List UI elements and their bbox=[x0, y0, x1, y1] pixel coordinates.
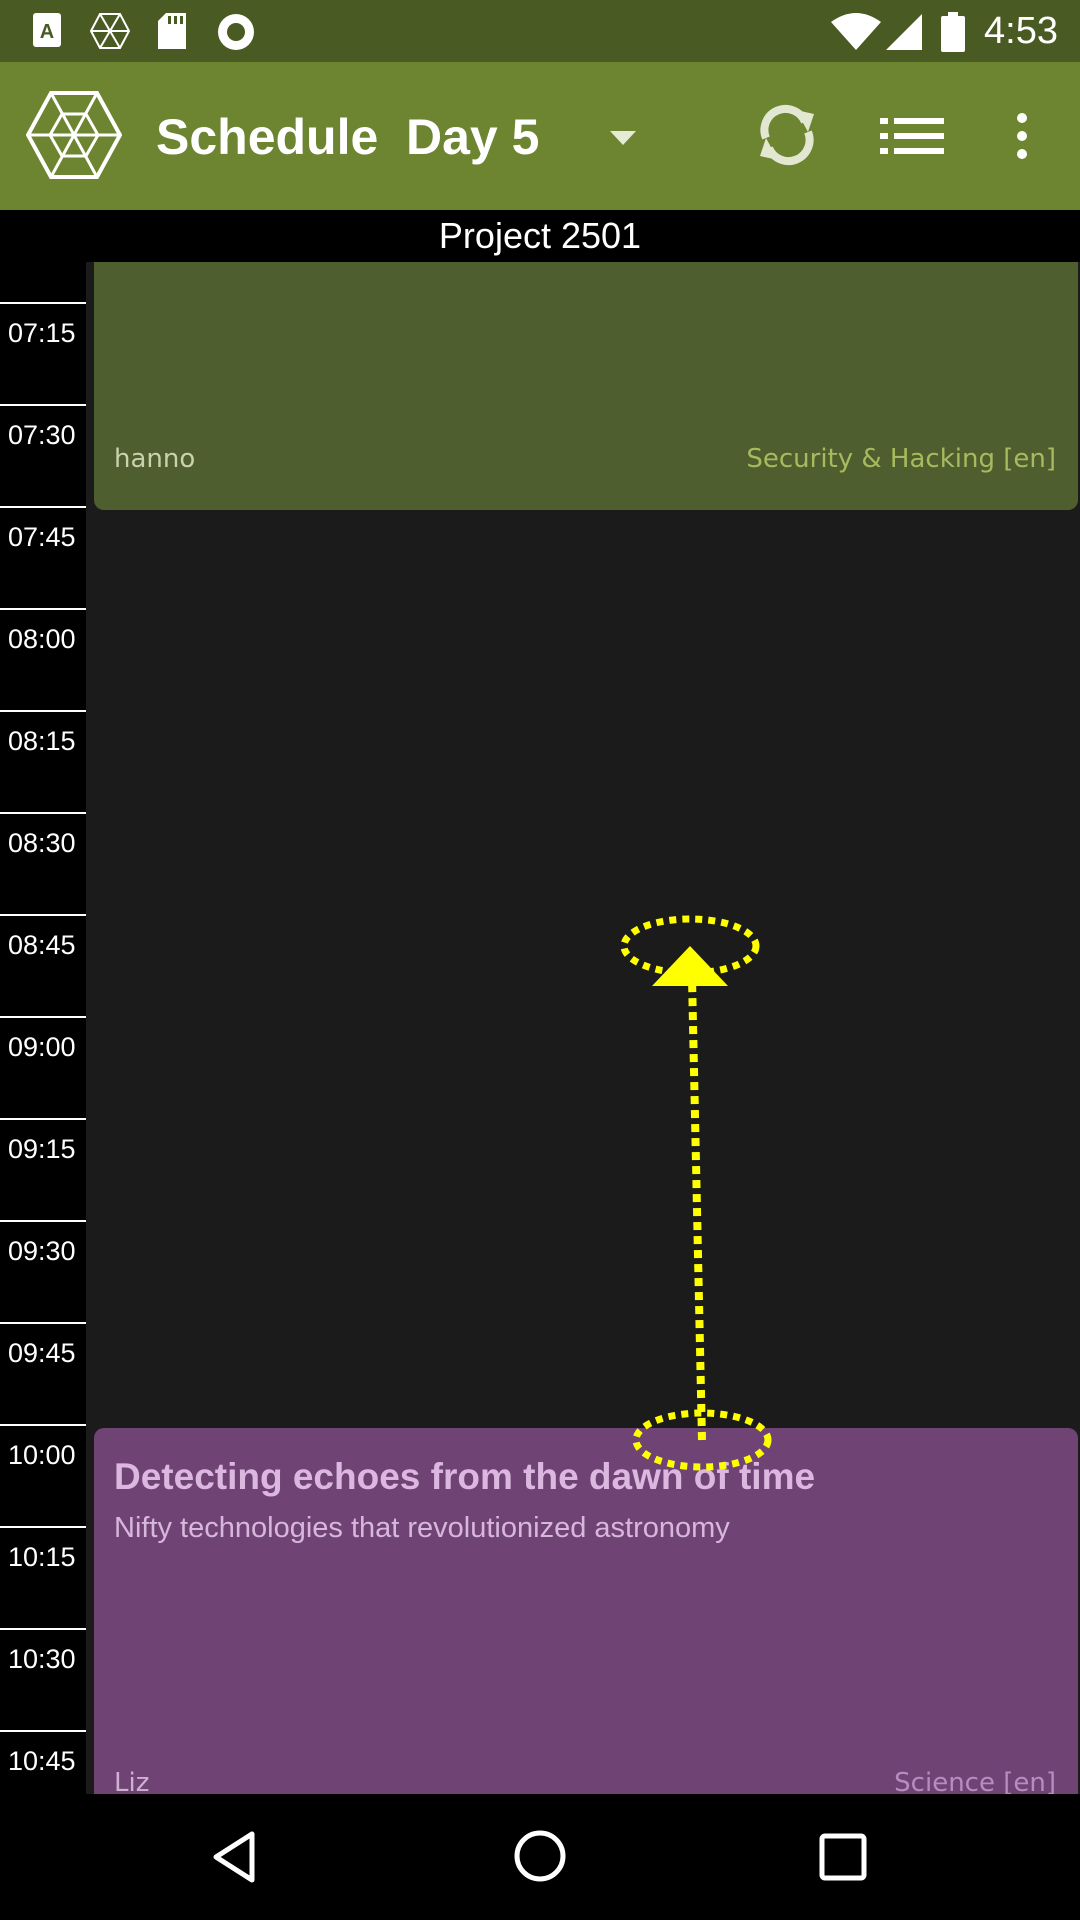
a-icon: A bbox=[33, 13, 61, 47]
wifi-icon bbox=[831, 13, 881, 50]
time-slot: 07:15 bbox=[0, 302, 86, 348]
back-icon[interactable] bbox=[208, 1830, 262, 1884]
hexagon-icon bbox=[90, 13, 130, 49]
time-slot: 08:30 bbox=[0, 812, 86, 858]
time-slot: 10:45 bbox=[0, 1730, 86, 1776]
app-logo-icon[interactable] bbox=[26, 90, 122, 180]
status-time: 4:53 bbox=[984, 10, 1058, 52]
time-slot: 07:30 bbox=[0, 404, 86, 450]
battery-icon bbox=[941, 12, 965, 52]
time-slot: 10:15 bbox=[0, 1526, 86, 1572]
time-slot: 07:45 bbox=[0, 506, 86, 552]
day-selector[interactable]: Day 5 bbox=[406, 108, 539, 166]
list-view-icon[interactable] bbox=[878, 114, 946, 158]
circle-record-icon bbox=[218, 14, 254, 50]
event-title: Detecting echoes from the dawn of time bbox=[114, 1456, 816, 1497]
schedule-grid[interactable]: hanno Security & Hacking [en] Detecting … bbox=[86, 262, 1080, 1794]
navigation-bar bbox=[0, 1794, 1080, 1920]
event-card[interactable]: Detecting echoes from the dawn of time N… bbox=[94, 1428, 1078, 1794]
time-slot: 08:00 bbox=[0, 608, 86, 654]
event-card[interactable]: hanno Security & Hacking [en] bbox=[94, 262, 1078, 510]
svg-text:A: A bbox=[40, 21, 54, 43]
event-speaker: Liz bbox=[114, 1768, 150, 1794]
time-slot: 08:15 bbox=[0, 710, 86, 756]
dropdown-arrow-icon[interactable] bbox=[608, 128, 638, 148]
page-title: Schedule bbox=[156, 109, 379, 165]
time-slot: 09:00 bbox=[0, 1016, 86, 1062]
time-slot: 08:45 bbox=[0, 914, 86, 960]
refresh-icon[interactable] bbox=[756, 104, 818, 166]
cell-signal-icon bbox=[886, 14, 922, 50]
time-slot: 10:00 bbox=[0, 1424, 86, 1470]
sd-card-icon bbox=[158, 13, 186, 49]
recents-icon[interactable] bbox=[818, 1832, 868, 1882]
home-icon[interactable] bbox=[512, 1828, 568, 1884]
time-slot: 09:30 bbox=[0, 1220, 86, 1266]
more-vert-icon[interactable] bbox=[1010, 112, 1034, 160]
app-bar: Schedule Day 5 bbox=[0, 62, 1080, 210]
time-column: 07:15 07:30 07:45 08:00 08:15 08:30 08:4… bbox=[0, 262, 86, 1794]
event-speaker: hanno bbox=[114, 444, 196, 474]
event-track: Science [en] bbox=[894, 1768, 1056, 1794]
event-subtitle: Nifty technologies that revolutionized a… bbox=[114, 1512, 730, 1544]
status-bar: A 4:53 bbox=[0, 0, 1080, 62]
time-slot: 09:15 bbox=[0, 1118, 86, 1164]
event-track: Security & Hacking [en] bbox=[746, 444, 1056, 474]
time-slot: 10:30 bbox=[0, 1628, 86, 1674]
room-header: Project 2501 bbox=[0, 210, 1080, 262]
time-slot: 09:45 bbox=[0, 1322, 86, 1368]
